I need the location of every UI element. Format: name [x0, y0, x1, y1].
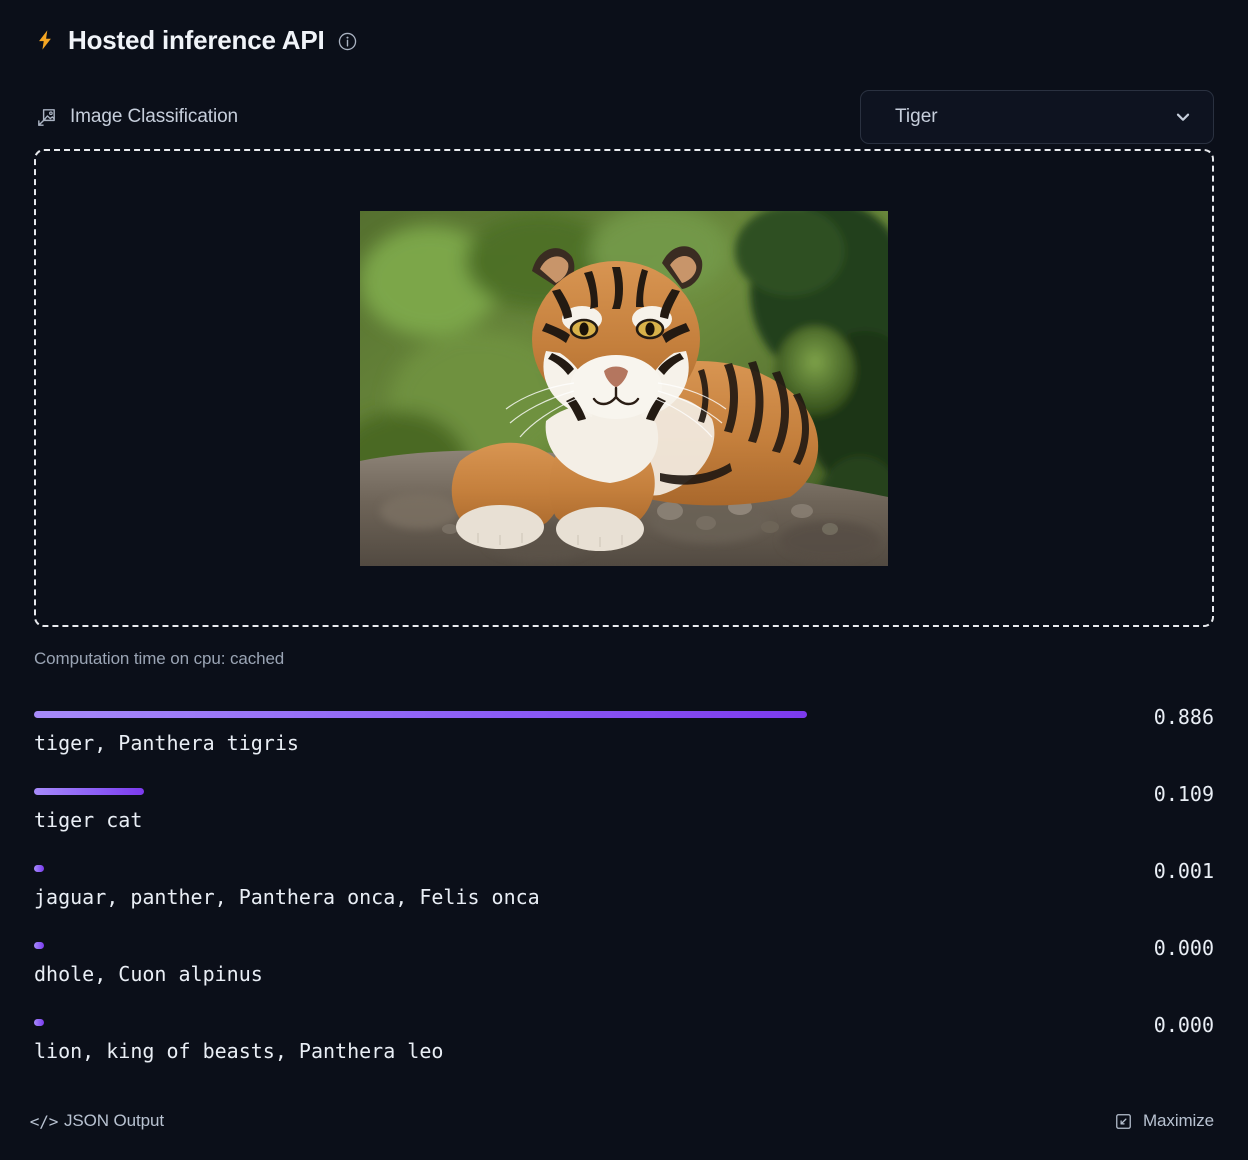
- result-bar-track: [34, 942, 906, 949]
- result-label: tiger cat: [34, 808, 142, 832]
- json-output-label: JSON Output: [64, 1111, 164, 1131]
- widget-footer: </> JSON Output Maximize: [34, 1108, 1214, 1134]
- widget-header: Hosted inference API: [34, 0, 1214, 62]
- result-row: jaguar, panther, Panthera onca, Felis on…: [34, 849, 1214, 926]
- maximize-icon: [1113, 1111, 1133, 1131]
- task-label: Image Classification: [70, 106, 238, 128]
- result-bar-fill: [34, 1019, 44, 1026]
- result-bar-track: [34, 711, 906, 718]
- maximize-label: Maximize: [1143, 1111, 1214, 1131]
- result-score: 0.000: [1154, 936, 1214, 960]
- result-bar-fill: [34, 865, 44, 872]
- result-bar-fill: [34, 942, 44, 949]
- computation-time: Computation time on cpu: cached: [34, 649, 1214, 669]
- chevron-down-icon[interactable]: [1171, 105, 1195, 129]
- result-score: 0.001: [1154, 859, 1214, 883]
- result-bar-fill: [34, 711, 807, 718]
- result-score: 0.109: [1154, 782, 1214, 806]
- result-bar-track: [34, 865, 906, 872]
- result-score: 0.000: [1154, 1013, 1214, 1037]
- info-circle-icon[interactable]: [337, 31, 359, 53]
- result-bar-fill: [34, 788, 144, 795]
- result-score: 0.886: [1154, 705, 1214, 729]
- model-select-value: Tiger: [895, 106, 1171, 128]
- hosted-inference-api-widget: Hosted inference API Image Classificatio…: [0, 0, 1248, 1160]
- result-row: tiger cat 0.109: [34, 772, 1214, 849]
- result-row: dhole, Cuon alpinus 0.000: [34, 926, 1214, 1003]
- image-dropzone[interactable]: [34, 149, 1214, 627]
- result-label: lion, king of beasts, Panthera leo: [34, 1039, 443, 1063]
- result-row: tiger, Panthera tigris 0.886: [34, 695, 1214, 772]
- maximize-button[interactable]: Maximize: [1113, 1111, 1214, 1131]
- result-bar-track: [34, 1019, 906, 1026]
- lightning-bolt-icon: [34, 25, 56, 55]
- code-brackets-icon: </>: [34, 1111, 54, 1131]
- classification-results: tiger, Panthera tigris 0.886 tiger cat 0…: [34, 695, 1214, 1080]
- input-image[interactable]: [360, 211, 888, 566]
- result-row: lion, king of beasts, Panthera leo 0.000: [34, 1003, 1214, 1080]
- result-label: jaguar, panther, Panthera onca, Felis on…: [34, 885, 540, 909]
- page-title: Hosted inference API: [68, 27, 325, 53]
- result-label: dhole, Cuon alpinus: [34, 962, 263, 986]
- image-classification-icon: [34, 105, 58, 129]
- task-row: Image Classification Tiger: [34, 90, 1214, 144]
- result-bar-track: [34, 788, 906, 795]
- task-type: Image Classification: [34, 105, 238, 129]
- result-label: tiger, Panthera tigris: [34, 731, 299, 755]
- json-output-button[interactable]: </> JSON Output: [34, 1111, 164, 1131]
- model-select[interactable]: Tiger: [860, 90, 1214, 144]
